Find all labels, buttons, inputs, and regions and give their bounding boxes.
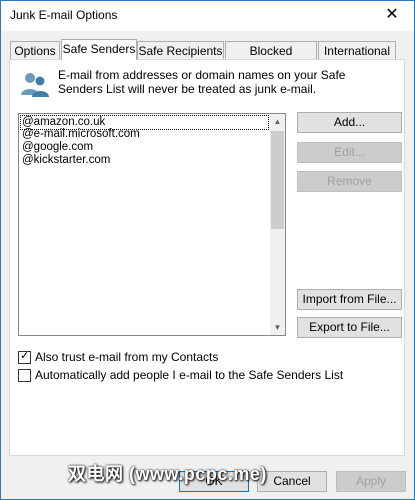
scroll-up-icon[interactable]: ▲ bbox=[270, 114, 285, 129]
junk-email-options-dialog: Junk E-mail Options ✕ Options Safe Sende… bbox=[0, 0, 415, 500]
auto-add-checkbox[interactable] bbox=[18, 369, 31, 382]
tab-options[interactable]: Options bbox=[10, 41, 60, 59]
scroll-down-icon[interactable]: ▼ bbox=[270, 320, 285, 335]
vertical-scrollbar[interactable]: ▲ ▼ bbox=[270, 114, 285, 335]
safe-senders-panel: E-mail from addresses or domain names on… bbox=[9, 59, 405, 456]
trust-contacts-label: Also trust e-mail from my Contacts bbox=[35, 350, 219, 364]
list-item[interactable]: @kickstarter.com bbox=[21, 154, 110, 167]
trust-contacts-checkbox[interactable]: ✓ bbox=[18, 350, 31, 364]
watermark: 双电网 (www.pcpc.me) bbox=[68, 464, 267, 484]
auto-add-label: Automatically add people I e-mail to the… bbox=[35, 368, 344, 382]
tab-international[interactable]: International bbox=[318, 41, 396, 59]
close-icon[interactable]: ✕ bbox=[382, 5, 402, 25]
tab-safe-recipients[interactable]: Safe Recipients bbox=[137, 41, 224, 59]
safe-senders-list[interactable]: @amazon.co.uk @e-mail.microsoft.com @goo… bbox=[18, 113, 286, 336]
list-item[interactable]: @google.com bbox=[21, 141, 93, 154]
checkmark-icon: ✓ bbox=[20, 350, 30, 362]
scrollbar-thumb[interactable] bbox=[271, 131, 284, 229]
import-from-file-button[interactable]: Import from File... bbox=[297, 289, 402, 310]
auto-add-option[interactable]: Automatically add people I e-mail to the… bbox=[18, 368, 388, 383]
people-icon bbox=[21, 73, 49, 97]
add-button[interactable]: Add... bbox=[297, 112, 402, 133]
remove-button[interactable]: Remove bbox=[297, 171, 402, 192]
window-title: Junk E-mail Options bbox=[10, 8, 118, 22]
edit-button[interactable]: Edit... bbox=[297, 142, 402, 163]
cancel-button[interactable]: Cancel bbox=[257, 471, 327, 492]
export-to-file-button[interactable]: Export to File... bbox=[297, 317, 402, 338]
apply-button[interactable]: Apply bbox=[336, 471, 406, 492]
title-bar: Junk E-mail Options ✕ bbox=[1, 1, 414, 31]
info-text: E-mail from addresses or domain names on… bbox=[58, 68, 346, 96]
trust-contacts-option[interactable]: ✓ Also trust e-mail from my Contacts bbox=[18, 350, 318, 365]
list-item[interactable]: @e-mail.microsoft.com bbox=[21, 128, 140, 141]
tab-safe-senders[interactable]: Safe Senders bbox=[61, 39, 137, 60]
tab-blocked-senders[interactable]: Blocked Senders bbox=[225, 41, 317, 76]
